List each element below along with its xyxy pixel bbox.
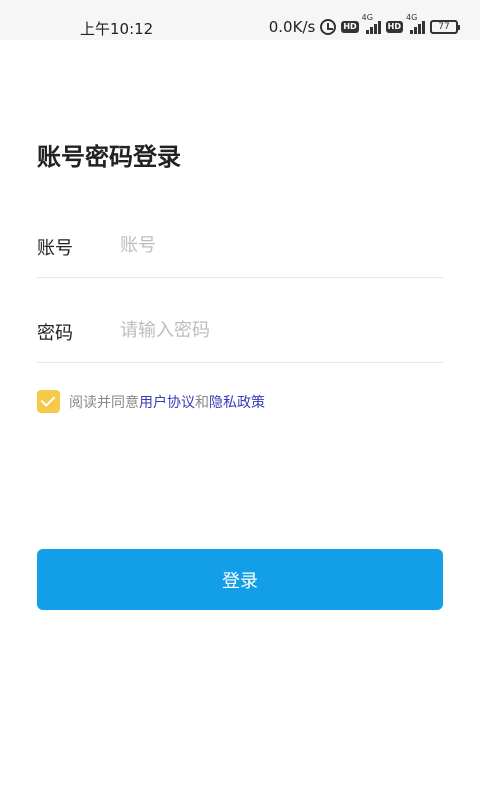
status-indicators: 0.0K/s HD 4G HD 4G 77 — [268, 13, 460, 37]
account-input[interactable] — [120, 228, 430, 262]
password-input[interactable] — [120, 313, 430, 347]
account-label: 账号 — [37, 238, 73, 259]
signal-icon: 4G — [362, 13, 381, 34]
agreement-row: 阅读并同意用户协议和隐私政策 — [37, 390, 265, 413]
network-speed: 0.0K/s — [268, 18, 316, 36]
password-label: 密码 — [37, 323, 73, 344]
page-title: 账号密码登录 — [37, 143, 181, 171]
signal-icon-2: 4G — [406, 13, 425, 34]
hd-icon-2: HD — [385, 21, 403, 33]
hd-icon: HD — [341, 21, 359, 33]
alarm-icon — [320, 19, 337, 35]
agreement-text: 阅读并同意用户协议和隐私政策 — [69, 392, 265, 412]
agreement-checkbox[interactable] — [37, 390, 60, 413]
status-bar: 上午10:12 0.0K/s HD 4G HD 4G 77 — [0, 0, 480, 40]
network-type-label: 4G — [361, 13, 373, 22]
password-row: 密码 — [37, 307, 443, 363]
agreement-prefix: 阅读并同意 — [69, 394, 139, 411]
agreement-conjunction: 和 — [195, 394, 209, 411]
privacy-policy-link[interactable]: 隐私政策 — [209, 395, 265, 411]
account-row: 账号 — [37, 222, 443, 278]
status-time: 上午10:12 — [80, 20, 154, 38]
battery-icon: 77 — [430, 20, 460, 34]
user-agreement-link[interactable]: 用户协议 — [139, 395, 195, 411]
battery-level: 77 — [438, 22, 450, 32]
network-type-label-2: 4G — [406, 13, 418, 22]
login-button[interactable]: 登录 — [37, 549, 443, 610]
